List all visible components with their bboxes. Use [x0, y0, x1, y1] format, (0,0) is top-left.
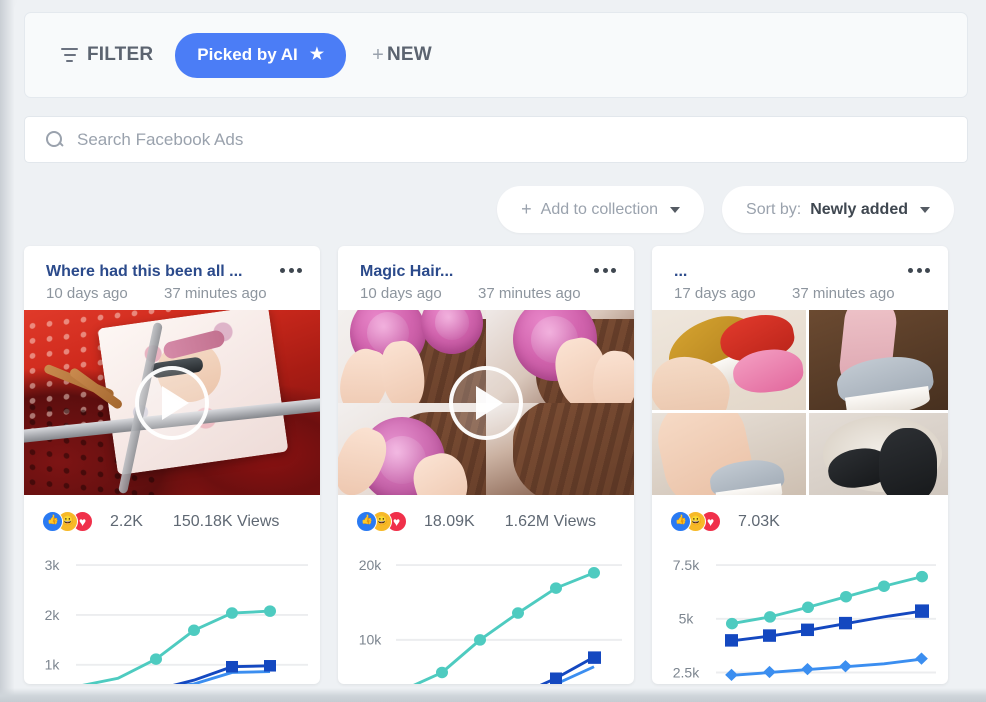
- filter-button[interactable]: FILTER: [61, 44, 153, 66]
- collage-tile: [652, 413, 806, 495]
- baby-shoe: [878, 427, 937, 495]
- reaction-count: 18.09K: [424, 512, 475, 530]
- y-tick-label: 2.5k: [673, 666, 700, 681]
- ad-stats: 👍 😀 ♥ 7.03K: [652, 495, 948, 538]
- sort-by-button[interactable]: Sort by: Newly added: [722, 186, 954, 233]
- ad-card[interactable]: Where had this been all ... 10 days ago …: [24, 246, 320, 684]
- collage-tile: [808, 413, 948, 495]
- series-teal-line: [413, 571, 595, 684]
- card-menu-icon[interactable]: [590, 264, 620, 277]
- chart-svg: 7.5k 5k 2.5k: [673, 558, 936, 681]
- card-header: Magic Hair... 10 days ago 37 minutes ago: [338, 246, 634, 310]
- curled-hair: [512, 402, 634, 495]
- ad-thumbnail[interactable]: [652, 310, 948, 495]
- filter-button-label: FILTER: [87, 44, 154, 65]
- ad-age: 17 days ago: [674, 285, 756, 302]
- reaction-icons: 👍 😀 ♥: [356, 511, 407, 532]
- chevron-down-icon: [670, 206, 681, 213]
- card-menu-icon[interactable]: [904, 264, 934, 277]
- play-button[interactable]: [135, 365, 209, 440]
- like-icon: 👍: [670, 511, 691, 532]
- ad-stats: 👍 😀 ♥ 18.09K 1.62M Views: [338, 495, 634, 538]
- engagement-chart: 3k 2k 1k: [24, 538, 320, 684]
- series-teal-markers: [436, 567, 600, 679]
- play-button[interactable]: [449, 365, 523, 440]
- ad-title-link[interactable]: Magic Hair...: [360, 262, 575, 282]
- filter-bar: FILTER Picked by AI ★ + NEW: [24, 12, 968, 98]
- collage-tile: [652, 310, 806, 411]
- sort-by-prefix: Sort by:: [746, 200, 802, 218]
- reaction-icons: 👍 😀 ♥: [42, 511, 93, 532]
- ad-updated: 37 minutes ago: [478, 285, 581, 302]
- y-tick-label: 5k: [679, 612, 694, 627]
- engagement-chart: 7.5k 5k 2.5k: [652, 538, 948, 684]
- chart-svg: 3k 2k 1k: [45, 558, 308, 684]
- new-button-label: NEW: [386, 44, 432, 65]
- ad-stats: 👍 😀 ♥ 2.2K 150.18K Views: [24, 495, 320, 538]
- ad-updated: 37 minutes ago: [164, 285, 267, 302]
- chevron-down-icon: [920, 206, 930, 213]
- plus-icon: +: [372, 43, 384, 66]
- like-icon: 👍: [42, 511, 63, 532]
- series-light-blue-markers: [725, 652, 928, 681]
- search-input[interactable]: [77, 117, 967, 162]
- ad-card[interactable]: ... 17 days ago 37 minutes ago 👍 😀 ♥ 7.0…: [652, 246, 948, 684]
- ad-title-link[interactable]: Where had this been all ...: [46, 262, 261, 282]
- ad-thumbnail[interactable]: [338, 310, 634, 495]
- series-dark-blue-line: [172, 664, 271, 684]
- picked-by-ai-label: Picked by AI: [197, 45, 298, 64]
- collage-tile: [808, 310, 948, 411]
- ad-thumbnail[interactable]: [24, 310, 320, 495]
- play-icon: [476, 385, 503, 420]
- y-tick-label: 20k: [359, 558, 382, 573]
- y-tick-label: 10k: [359, 633, 382, 648]
- ad-card-grid: Where had this been all ... 10 days ago …: [24, 246, 974, 684]
- card-header: ... 17 days ago 37 minutes ago: [652, 246, 948, 310]
- y-tick-label: 3k: [45, 558, 60, 573]
- card-menu-icon[interactable]: [276, 264, 306, 277]
- reaction-count: 7.03K: [738, 512, 780, 530]
- view-count: 1.62M Views: [504, 512, 597, 530]
- search-bar[interactable]: [24, 116, 968, 163]
- play-icon: [162, 385, 189, 420]
- add-to-collection-label: Add to collection: [540, 200, 659, 218]
- page-content: FILTER Picked by AI ★ + NEW + Add to col…: [14, 0, 986, 702]
- like-icon: 👍: [356, 511, 377, 532]
- ad-updated: 37 minutes ago: [792, 285, 895, 302]
- ad-age: 10 days ago: [360, 285, 442, 302]
- filter-icon: [61, 48, 78, 62]
- collection-toolbar: + Add to collection Sort by: Newly added: [497, 186, 954, 233]
- chart-svg: 20k 10k: [359, 558, 622, 684]
- card-header: Where had this been all ... 10 days ago …: [24, 246, 320, 310]
- search-icon: [45, 130, 64, 149]
- picked-by-ai-pill[interactable]: Picked by AI ★: [175, 32, 347, 78]
- ad-age: 10 days ago: [46, 285, 128, 302]
- reaction-count: 2.2K: [110, 512, 143, 530]
- ad-card[interactable]: Magic Hair... 10 days ago 37 minutes ago: [338, 246, 634, 684]
- card-meta: 10 days ago 37 minutes ago: [46, 285, 306, 302]
- card-meta: 17 days ago 37 minutes ago: [674, 285, 934, 302]
- engagement-chart: 20k 10k: [338, 538, 634, 684]
- card-meta: 10 days ago 37 minutes ago: [360, 285, 620, 302]
- reaction-icons: 👍 😀 ♥: [670, 511, 721, 532]
- plus-icon: +: [521, 199, 532, 219]
- sort-by-value: Newly added: [810, 200, 908, 218]
- view-count: 150.18K Views: [172, 512, 280, 530]
- add-to-collection-button[interactable]: + Add to collection: [497, 186, 705, 233]
- y-tick-label: 7.5k: [673, 558, 700, 573]
- star-icon: ★: [309, 46, 325, 63]
- series-dark-blue-line: [731, 609, 923, 643]
- ad-title-link[interactable]: ...: [674, 262, 889, 282]
- new-button[interactable]: + NEW: [372, 44, 432, 67]
- app-window: FILTER Picked by AI ★ + NEW + Add to col…: [0, 0, 986, 702]
- y-tick-label: 1k: [45, 658, 60, 673]
- y-tick-label: 2k: [45, 608, 60, 623]
